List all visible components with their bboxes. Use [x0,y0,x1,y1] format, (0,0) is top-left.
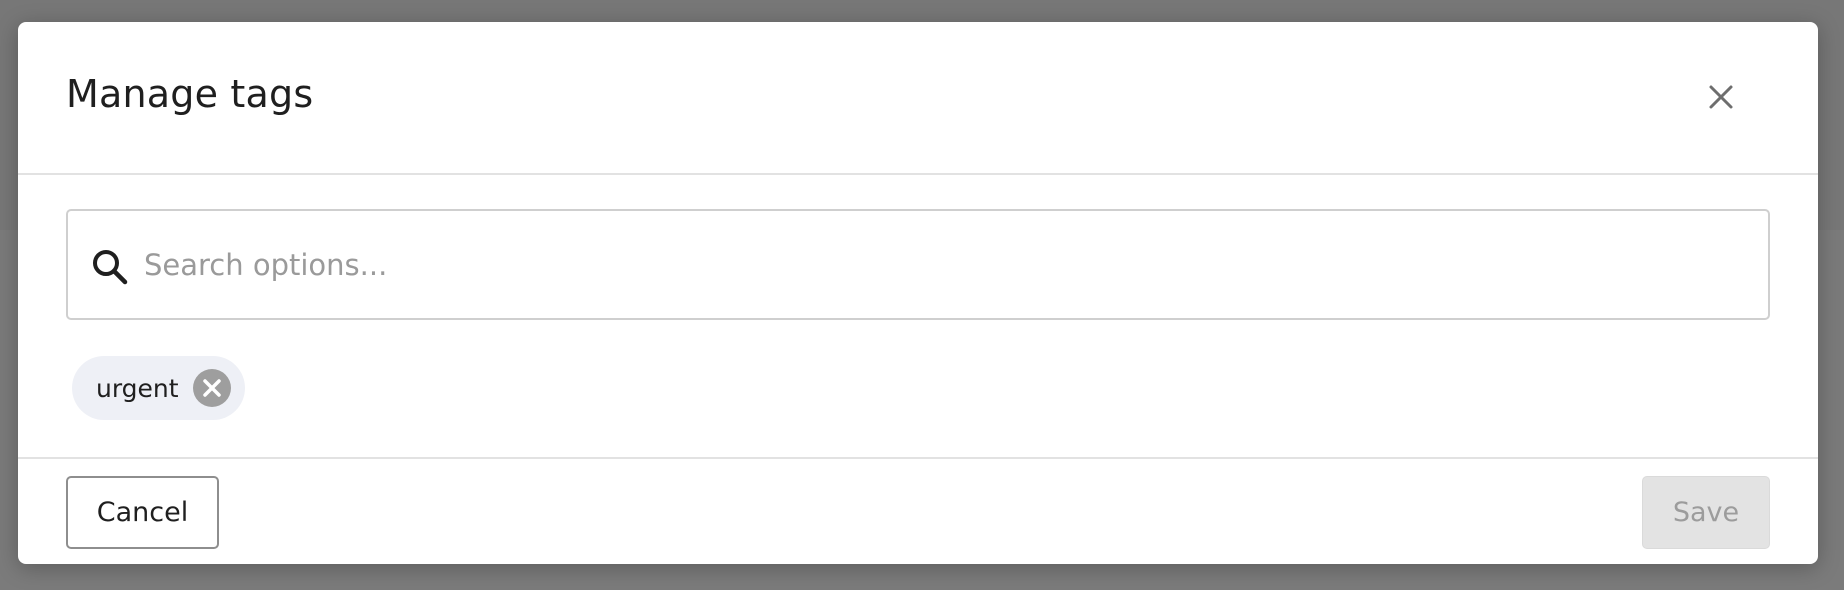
cancel-button[interactable]: Cancel [66,476,219,549]
search-field[interactable] [66,209,1770,320]
remove-tag-button[interactable] [192,369,231,407]
close-icon [1709,85,1733,109]
save-button[interactable]: Save [1642,476,1770,549]
manage-tags-dialog: Manage tags urgent Canc [18,22,1818,564]
circle-x-icon [192,369,231,407]
search-icon [93,250,128,285]
search-input[interactable] [144,235,1744,295]
close-button[interactable] [1702,78,1740,116]
selected-tags-list: urgent [72,356,245,420]
dialog-header: Manage tags [18,22,1818,175]
tag-chip: urgent [72,356,245,420]
dialog-footer: Cancel Save [18,457,1818,564]
dialog-title: Manage tags [66,72,314,116]
tag-chip-label: urgent [96,373,179,403]
